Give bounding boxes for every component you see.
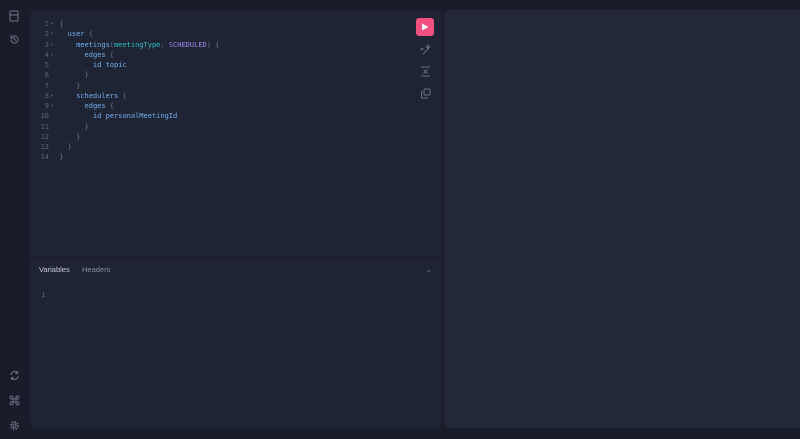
copy-icon <box>420 88 430 98</box>
code-token: id personalMeetingId <box>92 112 178 121</box>
code-line: 8 ▾ schedulers { <box>36 91 219 101</box>
line-number: 3 <box>44 40 49 49</box>
run-button[interactable] <box>416 18 434 36</box>
variables-header: Variables Headers ⌄ <box>30 262 442 278</box>
settings-icon[interactable] <box>7 418 21 432</box>
line-number: 1 <box>44 20 49 28</box>
code-token: user <box>67 30 85 39</box>
line-number: 7 <box>44 81 49 90</box>
code-line: 10 id personalMeetingId <box>36 111 219 121</box>
divider <box>30 257 442 258</box>
code-token: schedulers <box>76 91 119 100</box>
code-token: } <box>59 153 64 162</box>
line-number: 9 <box>44 102 49 110</box>
command-icon[interactable] <box>7 393 21 407</box>
code-line: 1 ▾ { <box>36 19 219 29</box>
editor-panel: 1 ▾ {2 ▾ user {3 ▾ meetings(meetingType: SC… <box>30 10 442 428</box>
query-editor[interactable]: 1 ▾ {2 ▾ user {3 ▾ meetings(meetingType: SC… <box>30 10 442 257</box>
prettify-icon <box>419 43 431 54</box>
line-number: 8 <box>44 91 49 100</box>
code-token: { <box>84 30 93 39</box>
chevron-down-icon[interactable]: ⌄ <box>425 265 432 274</box>
code-token: } <box>59 143 72 151</box>
code-token: meetingType <box>114 40 161 49</box>
editor-toolbar <box>416 18 434 102</box>
results-panel <box>444 10 800 428</box>
code-line: 3 ▾ meetings(meetingType: SCHEDULED) { <box>36 40 220 50</box>
tab-variables[interactable]: Variables <box>39 265 70 274</box>
sidebar <box>0 0 28 439</box>
code-token: SCHEDULED <box>168 40 207 49</box>
line-number: 11 <box>40 122 49 131</box>
line-number: 10 <box>40 112 49 121</box>
tab-headers[interactable]: Headers <box>82 265 110 274</box>
variables-line-number[interactable]: 1 <box>41 291 45 299</box>
code-token: ) { <box>206 40 220 49</box>
prettify-button[interactable] <box>416 40 434 58</box>
play-icon <box>422 23 429 31</box>
code-token: meetings <box>76 40 110 49</box>
code-line: 4 ▾ edges { <box>36 50 219 60</box>
code-token: edges <box>84 102 106 110</box>
line-number: 4 <box>44 50 49 59</box>
code-line: 6 } <box>36 70 219 80</box>
code-token: { <box>105 102 115 110</box>
docs-icon[interactable] <box>7 9 21 23</box>
code-token: { <box>105 50 115 59</box>
code-line: 5 id topic <box>36 60 219 70</box>
code-token: { <box>118 91 127 100</box>
code-line: 2 ▾ user { <box>36 29 219 39</box>
code-token: } <box>59 132 81 141</box>
code-line: 11 } <box>36 122 219 132</box>
code-line: 13 } <box>36 142 219 152</box>
code-token: edges <box>84 50 106 59</box>
merge-fragments-button[interactable] <box>416 62 434 80</box>
code-token: { <box>59 20 64 28</box>
line-number: 6 <box>44 71 49 80</box>
line-number: 14 <box>40 153 49 162</box>
line-number: 5 <box>44 61 49 69</box>
code-token: } <box>59 122 89 131</box>
code-token: } <box>59 71 89 80</box>
code-token: } <box>59 81 81 90</box>
code-line: 7 } <box>36 81 219 91</box>
query-code[interactable]: 1 ▾ {2 ▾ user {3 ▾ meetings(meetingType: SC… <box>36 19 220 163</box>
code-line: 9 ▾ edges { <box>36 101 219 111</box>
line-number: 13 <box>40 143 49 151</box>
refresh-icon[interactable] <box>7 368 21 382</box>
code-token: id topic <box>92 61 127 69</box>
code-line: 12 } <box>36 132 219 142</box>
copy-query-button[interactable] <box>416 84 434 102</box>
line-number: 12 <box>40 132 49 141</box>
code-token: : <box>160 40 169 49</box>
line-number: 2 <box>44 30 49 39</box>
code-line: 14 } <box>36 152 219 162</box>
history-icon[interactable] <box>7 32 21 46</box>
merge-icon <box>420 66 430 76</box>
